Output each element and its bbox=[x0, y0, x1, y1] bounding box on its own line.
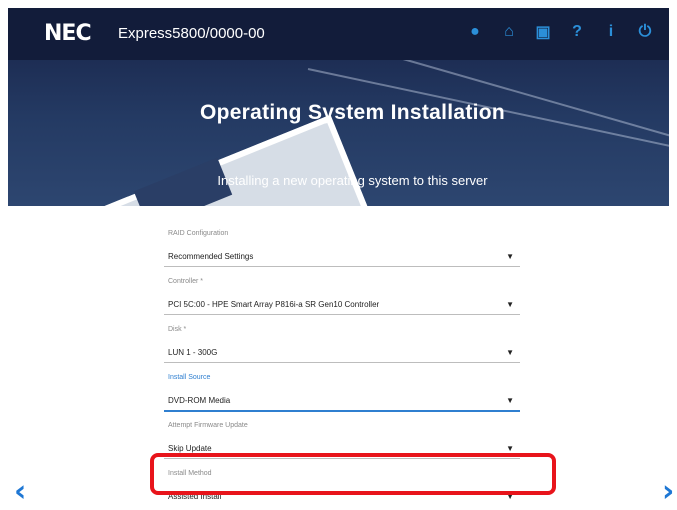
cart-icon[interactable]: ▣ bbox=[533, 22, 553, 42]
next-arrow-icon[interactable]: › bbox=[662, 474, 674, 509]
field-underline bbox=[164, 314, 520, 315]
dropdown-arrow-icon[interactable]: ▼ bbox=[506, 444, 514, 453]
field-label: Disk * bbox=[168, 326, 187, 333]
field-value: Recommended Settings bbox=[168, 252, 254, 261]
field-value: DVD-ROM Media bbox=[168, 396, 231, 405]
top-nav-bar: NEC Express5800/0000-00 ● ⌂ ▣ ? i ⏻ bbox=[8, 8, 669, 60]
controller-select[interactable]: Controller * PCI 5C:00 - HPE Smart Array… bbox=[164, 270, 520, 318]
product-name: Express5800/0000-00 bbox=[118, 25, 265, 42]
field-label: Attempt Firmware Update bbox=[168, 422, 248, 429]
raid-configuration-select[interactable]: RAID Configuration Recommended Settings … bbox=[164, 222, 520, 270]
highlight-box bbox=[150, 453, 556, 495]
install-source-select[interactable]: Install Source DVD-ROM Media ▼ bbox=[164, 366, 520, 414]
page-subtitle: Installing a new operating system to thi… bbox=[217, 173, 488, 188]
toolbar-icons: ● ⌂ ▣ ? i ⏻ bbox=[465, 22, 655, 42]
field-label: RAID Configuration bbox=[168, 230, 229, 237]
home-icon[interactable]: ⌂ bbox=[499, 22, 519, 42]
field-underline bbox=[164, 266, 520, 267]
brand-logo: NEC bbox=[44, 21, 92, 46]
field-value: Skip Update bbox=[168, 444, 212, 453]
field-label: Install Source bbox=[168, 374, 211, 381]
dropdown-arrow-icon[interactable]: ▼ bbox=[506, 252, 514, 261]
help-icon[interactable]: ? bbox=[567, 22, 587, 42]
field-underline bbox=[164, 362, 520, 363]
previous-arrow-icon[interactable]: ‹ bbox=[14, 474, 26, 509]
field-underline bbox=[164, 410, 520, 412]
dropdown-arrow-icon[interactable]: ▼ bbox=[506, 348, 514, 357]
info-icon[interactable]: i bbox=[601, 22, 621, 42]
field-label: Controller * bbox=[168, 278, 204, 285]
dropdown-arrow-icon[interactable]: ▼ bbox=[506, 300, 514, 309]
disk-select[interactable]: Disk * LUN 1 - 300G ▼ bbox=[164, 318, 520, 366]
dropdown-arrow-icon[interactable]: ▼ bbox=[506, 396, 514, 405]
globe-icon[interactable]: ● bbox=[465, 22, 485, 42]
hero-banner: NEC Express5800/0000-00 ● ⌂ ▣ ? i ⏻ Oper… bbox=[8, 8, 669, 206]
field-value: LUN 1 - 300G bbox=[168, 348, 218, 357]
page-title: Operating System Installation bbox=[199, 101, 506, 124]
field-value: PCI 5C:00 - HPE Smart Array P816i-a SR G… bbox=[168, 300, 380, 309]
power-icon[interactable]: ⏻ bbox=[635, 22, 655, 42]
